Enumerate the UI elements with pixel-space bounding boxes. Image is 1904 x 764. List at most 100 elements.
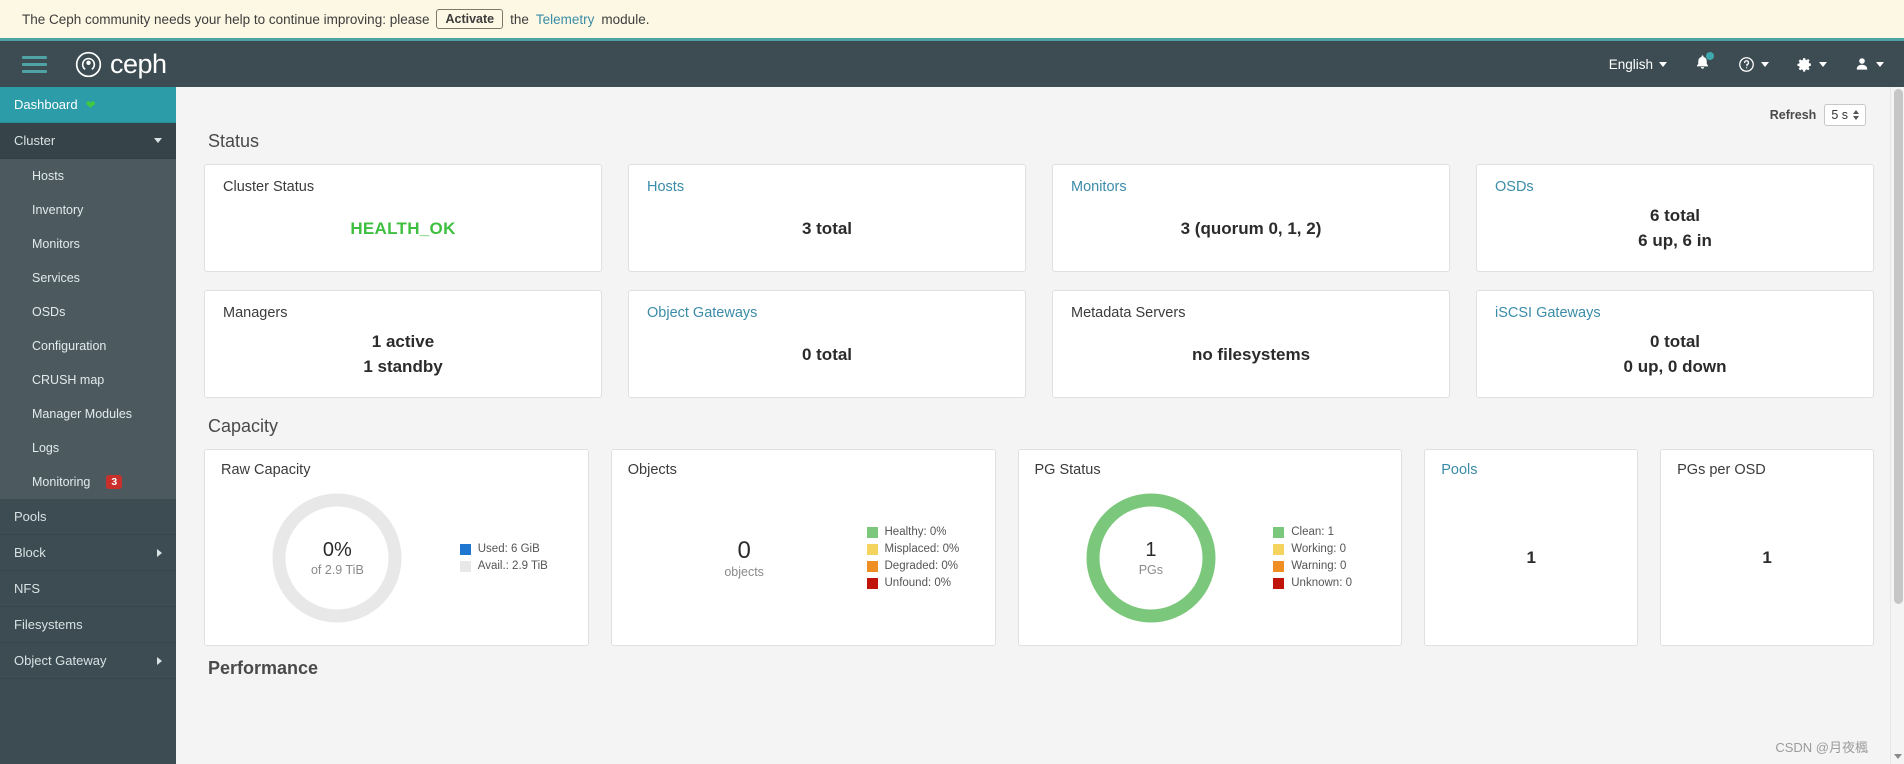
card-title-link[interactable]: Object Gateways — [647, 305, 1007, 321]
card-objects: Objects 0 objects Healthy: 0% Misplaced:… — [610, 449, 996, 646]
card-value: HEALTH_OK — [350, 218, 456, 238]
chevron-down-icon — [1659, 61, 1667, 67]
sidebar-item-pools[interactable]: Pools — [0, 499, 176, 535]
donut-center-subtext: PGs — [1138, 562, 1164, 577]
chevron-down-icon — [1819, 61, 1827, 67]
legend-item: Unfound: 0% — [866, 577, 979, 589]
card-title-link[interactable]: Pools — [1441, 462, 1621, 478]
card-pools[interactable]: Pools 1 — [1424, 449, 1639, 646]
refresh-label: Refresh — [1769, 108, 1817, 122]
objects-chart: 0 objects — [628, 537, 861, 579]
telemetry-text-mid: the — [510, 11, 529, 27]
sidebar-item-configuration[interactable]: Configuration — [0, 329, 176, 363]
objects-legend: Healthy: 0% Misplaced: 0% Degraded: 0% U… — [861, 526, 979, 589]
refresh-interval-stepper[interactable]: 5 s — [1824, 104, 1866, 126]
chevron-down-icon — [1761, 61, 1769, 67]
scrollbar-thumb[interactable] — [1894, 89, 1903, 604]
card-value: 3 (quorum 0, 1, 2) — [1180, 218, 1322, 238]
user-menu[interactable] — [1854, 56, 1884, 72]
brand-logo-link[interactable]: ceph — [75, 49, 167, 80]
card-content: 0 objects Healthy: 0% Misplaced: 0% Degr… — [628, 482, 979, 633]
sidebar-item-crush-map[interactable]: CRUSH map — [0, 363, 176, 397]
donut-center-label: 0% of 2.9 TiB — [267, 488, 407, 628]
watermark-text: CSDN @月夜楓 — [1775, 740, 1868, 755]
sidebar-item-services[interactable]: Services — [0, 261, 176, 295]
raw-capacity-donut-chart: 0% of 2.9 TiB — [221, 483, 454, 633]
legend-swatch-icon — [866, 543, 878, 555]
page-title: Status — [208, 131, 260, 151]
legend-item: Degraded: 0% — [866, 560, 979, 572]
card-monitors[interactable]: Monitors 3 (quorum 0, 1, 2) — [1052, 164, 1450, 272]
legend-item: Clean: 1 — [1273, 526, 1385, 538]
legend-item: Avail.: 2.9 TiB — [459, 560, 572, 572]
sidebar-item-monitors[interactable]: Monitors — [0, 227, 176, 261]
sidebar-item-block[interactable]: Block — [0, 535, 176, 571]
legend-swatch-icon — [866, 577, 878, 589]
card-title-link[interactable]: iSCSI Gateways — [1495, 305, 1855, 321]
legend-swatch-icon — [459, 543, 471, 555]
refresh-interval-value: 5 s — [1831, 108, 1848, 122]
sidebar-item-label: Hosts — [32, 169, 64, 183]
sidebar-item-hosts[interactable]: Hosts — [0, 159, 176, 193]
sidebar-item-object-gateway[interactable]: Object Gateway — [0, 643, 176, 679]
card-title-link[interactable]: Hosts — [647, 179, 1007, 195]
sidebar-item-cluster[interactable]: Cluster — [0, 123, 176, 159]
card-value: 1 — [1762, 547, 1772, 567]
main-content: Refresh 5 s Status Cluster Status HEALTH… — [176, 87, 1904, 764]
card-title: Objects — [627, 462, 677, 478]
card-osds[interactable]: OSDs 6 total 6 up, 6 in — [1476, 164, 1874, 272]
card-raw-capacity: Raw Capacity 0% of 2.9 TiB Used: 6 GiB A… — [204, 449, 589, 646]
sidebar-item-label: Manager Modules — [32, 407, 133, 421]
legend-label: Healthy: 0% — [884, 526, 947, 538]
objects-count-label: objects — [724, 564, 764, 579]
card-title-link[interactable]: OSDs — [1495, 179, 1855, 195]
donut-center-value: 0% — [322, 538, 352, 561]
legend-item: Misplaced: 0% — [866, 543, 979, 555]
card-value: 0 total 0 up, 0 down — [1495, 327, 1855, 383]
card-value: 6 total 6 up, 6 in — [1495, 201, 1855, 257]
card-title: Cluster Status — [223, 179, 315, 195]
sidebar-item-osds[interactable]: OSDs — [0, 295, 176, 329]
sidebar-item-label: Configuration — [32, 339, 107, 353]
sidebar-item-manager-modules[interactable]: Manager Modules — [0, 397, 176, 431]
sidebar-item-monitoring[interactable]: Monitoring 3 — [0, 465, 176, 499]
legend-swatch-icon — [866, 560, 878, 572]
legend-label: Unfound: 0% — [884, 577, 952, 589]
pg-status-donut-chart: 1 PGs — [1035, 483, 1268, 633]
card-value: 1 active 1 standby — [223, 327, 583, 383]
card-value-line-2: 0 up, 0 down — [1623, 357, 1727, 376]
card-title-link[interactable]: Monitors — [1071, 179, 1431, 195]
sidebar-item-dashboard[interactable]: Dashboard ❤ — [0, 87, 176, 123]
activate-telemetry-button[interactable]: Activate — [436, 9, 504, 29]
hamburger-icon[interactable] — [22, 55, 47, 73]
telemetry-notification-bar: The Ceph community needs your help to co… — [0, 0, 1904, 41]
sidebar-item-label: CRUSH map — [32, 373, 105, 387]
legend-label: Used: 6 GiB — [477, 543, 540, 555]
notifications-button[interactable] — [1694, 52, 1714, 74]
legend-label: Degraded: 0% — [884, 560, 959, 572]
card-hosts[interactable]: Hosts 3 total — [628, 164, 1026, 272]
card-value: 1 — [1526, 547, 1536, 567]
stepper-arrows-icon[interactable] — [1853, 110, 1859, 120]
telemetry-text-after: module. — [601, 11, 650, 27]
legend-swatch-icon — [459, 560, 471, 572]
sidebar-item-filesystems[interactable]: Filesystems — [0, 607, 176, 643]
card-object-gateways[interactable]: Object Gateways 0 total — [628, 290, 1026, 398]
settings-menu[interactable] — [1796, 56, 1827, 73]
telemetry-module-link[interactable]: Telemetry — [536, 12, 595, 27]
sidebar-item-inventory[interactable]: Inventory — [0, 193, 176, 227]
card-title: Managers — [223, 305, 288, 321]
sidebar-item-label: Monitors — [32, 237, 80, 251]
language-selector[interactable]: English — [1609, 57, 1667, 72]
sidebar-item-label: Logs — [32, 441, 60, 455]
legend-item: Unknown: 0 — [1273, 577, 1385, 589]
card-metadata-servers: Metadata Servers no filesystems — [1052, 290, 1450, 398]
main-scrollbar[interactable] — [1890, 87, 1904, 764]
help-menu[interactable] — [1738, 56, 1769, 73]
sidebar-item-logs[interactable]: Logs — [0, 431, 176, 465]
scroll-down-arrow-icon[interactable] — [1893, 751, 1903, 761]
sidebar-item-nfs[interactable]: NFS — [0, 571, 176, 607]
card-iscsi-gateways[interactable]: iSCSI Gateways 0 total 0 up, 0 down — [1476, 290, 1874, 398]
top-navbar: ceph English — [0, 41, 1904, 87]
page-body: Dashboard ❤ Cluster Hosts Inventory Moni… — [0, 87, 1904, 764]
